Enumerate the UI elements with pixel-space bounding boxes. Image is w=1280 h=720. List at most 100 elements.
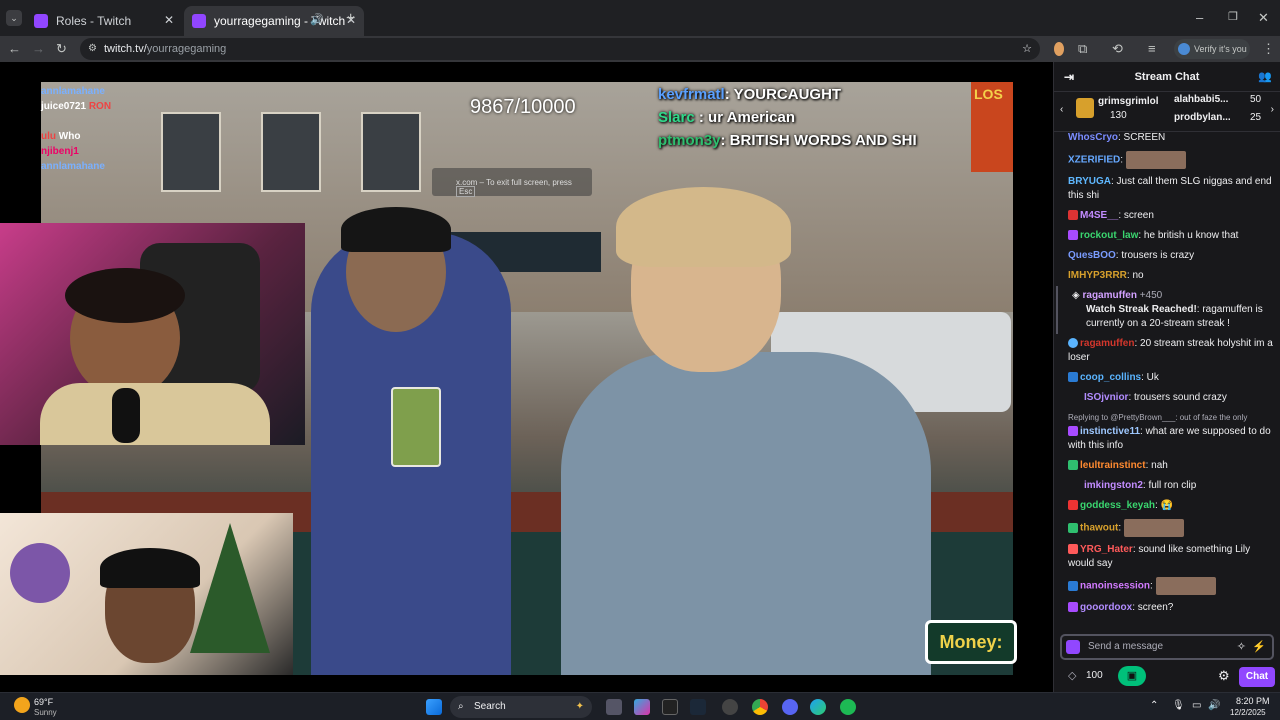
weather-sun-icon[interactable] xyxy=(14,697,30,713)
media-control-icon[interactable]: ≡ xyxy=(1148,41,1156,56)
mic-icon[interactable]: 🎙 xyxy=(1172,700,1185,711)
windows-start-icon[interactable] xyxy=(426,699,442,715)
guest-webcam xyxy=(0,513,293,675)
app-icon[interactable] xyxy=(722,699,738,715)
chat-username[interactable]: QuesBOO xyxy=(1068,250,1116,261)
reload-icon[interactable]: ↻ xyxy=(56,41,67,57)
reply-context[interactable]: Replying to @PrettyBrown___: out of faze… xyxy=(1068,411,1273,425)
prev-arrow-icon[interactable]: ‹ xyxy=(1060,104,1063,115)
plush-toy xyxy=(10,543,70,603)
clock-time[interactable]: 8:20 PM xyxy=(1236,696,1270,706)
windows-taskbar: 69°F Sunny ⌕ Search ✦ ⌃ 🎙 ▭ 🔊 8:20 PM 12… xyxy=(0,692,1280,720)
leader-name[interactable]: prodbylan... xyxy=(1174,112,1231,123)
volume-icon[interactable]: 🔊 xyxy=(1208,700,1220,711)
collapse-chat-icon[interactable]: ⇥ xyxy=(1064,62,1074,92)
chat-username[interactable]: M4SE__ xyxy=(1080,210,1118,221)
person-right-hair xyxy=(616,187,791,267)
leader-count: 25 xyxy=(1250,112,1262,123)
chat-username[interactable]: rockout_law xyxy=(1080,230,1138,241)
task-view-icon[interactable] xyxy=(606,699,622,715)
tab-yourragegaming[interactable]: yourragegaming - Twitch 🔊 ✕ xyxy=(184,6,364,36)
badge-picker-icon[interactable] xyxy=(1066,640,1080,654)
chat-username[interactable]: IMHYP3RRR xyxy=(1068,270,1127,281)
badge-icon xyxy=(1068,544,1078,555)
next-arrow-icon[interactable]: › xyxy=(1271,104,1274,115)
chat-message: Replying to @PrettyBrown___: out of faze… xyxy=(1054,408,1280,456)
steam-icon[interactable] xyxy=(690,699,706,715)
users-list-icon[interactable]: 👥 xyxy=(1258,62,1272,92)
chat-username[interactable]: coop_collins xyxy=(1080,372,1141,383)
durag xyxy=(341,207,451,252)
leader-name[interactable]: grimsgrimlol xyxy=(1098,96,1159,107)
chat-message: imkingston2: full ron clip xyxy=(1054,476,1280,496)
back-icon[interactable]: ← xyxy=(8,41,21,56)
network-icon[interactable]: ▭ xyxy=(1192,700,1201,711)
tab-roles[interactable]: Roles - Twitch ✕ xyxy=(26,6,182,36)
chat-message: coop_collins: Uk xyxy=(1054,368,1280,388)
url-field[interactable]: ⚙ twitch.tv/yourragegaming ☆ xyxy=(80,38,1040,60)
audio-playing-icon[interactable]: 🔊 xyxy=(310,13,324,26)
chat-settings-icon[interactable]: ⚙ xyxy=(1218,668,1230,684)
chat-text: : xyxy=(1118,522,1122,534)
history-icon[interactable]: ⟲ xyxy=(1112,41,1123,57)
close-tab-icon[interactable]: ✕ xyxy=(164,13,174,27)
chat-username[interactable]: ISOjvnior xyxy=(1084,392,1128,403)
chat-username[interactable]: gooordoox xyxy=(1080,602,1132,613)
chat-input-placeholder: Send a message xyxy=(1088,641,1164,652)
site-info-icon[interactable]: ⚙ xyxy=(88,38,97,60)
bookmark-star-icon[interactable]: ☆ xyxy=(1022,38,1032,60)
chat-username[interactable]: leultrainstinct xyxy=(1080,460,1146,471)
chat-send-button[interactable]: Chat xyxy=(1239,667,1275,687)
edge-icon[interactable] xyxy=(810,699,826,715)
chat-username[interactable]: instinctive11 xyxy=(1080,426,1140,437)
chat-username[interactable]: YRG_Hater xyxy=(1080,544,1133,555)
profile-verify-button[interactable]: Verify it's you xyxy=(1174,39,1250,59)
leader-name[interactable]: alahbabi5... xyxy=(1174,94,1228,105)
overlay-name: juice0721 RON xyxy=(41,101,112,112)
streamer-hoodie xyxy=(40,383,270,445)
chat-username[interactable]: thawout xyxy=(1080,523,1118,534)
chat-username[interactable]: ragamuffen xyxy=(1080,338,1134,349)
overlay-text: : BRITISH WORDS AND SHI xyxy=(720,132,917,149)
chat-username[interactable]: imkingston2 xyxy=(1084,480,1143,491)
clock-date[interactable]: 12/2/2025 xyxy=(1230,708,1266,717)
stream-player[interactable]: LOS x.com – To exit full screen, press E… xyxy=(0,62,1053,692)
weather-temp[interactable]: 69°F xyxy=(34,697,53,707)
chat-text: : xyxy=(1150,580,1153,592)
weather-desc: Sunny xyxy=(34,708,57,717)
tray-chevron-icon[interactable]: ⌃ xyxy=(1150,700,1158,711)
bits-icon[interactable]: ⚡ xyxy=(1252,636,1266,658)
more-menu-icon[interactable]: ⋮ xyxy=(1262,41,1275,57)
extension-icon[interactable] xyxy=(1054,42,1064,56)
chat-username[interactable]: goddess_keyah xyxy=(1080,500,1155,511)
restore-icon[interactable]: ❐ xyxy=(1228,10,1238,23)
chat-username[interactable]: XZERIFIED xyxy=(1068,155,1120,166)
chat-username[interactable]: ragamuffen xyxy=(1082,290,1136,301)
discord-icon[interactable] xyxy=(782,699,798,715)
chat-message-input[interactable]: Send a message ✧ ⚡ xyxy=(1060,634,1274,660)
close-window-icon[interactable]: ✕ xyxy=(1258,10,1269,26)
chat-text: : xyxy=(1155,500,1158,511)
extensions-puzzle-icon[interactable]: ⧉ xyxy=(1078,41,1087,57)
new-tab-icon[interactable]: + xyxy=(346,10,355,28)
epic-games-icon[interactable] xyxy=(662,699,678,715)
tab-list-icon[interactable]: ⌄ xyxy=(6,10,22,26)
minimize-icon[interactable]: – xyxy=(1196,10,1203,25)
spotify-icon[interactable] xyxy=(840,699,856,715)
channel-points-icon[interactable]: ◇ xyxy=(1068,669,1076,682)
chat-username[interactable]: nanoinsession xyxy=(1080,581,1150,592)
chat-username[interactable]: WhosCryo xyxy=(1068,132,1118,143)
copilot-app-icon[interactable] xyxy=(634,699,650,715)
url-host: twitch.tv/ xyxy=(104,43,147,55)
claim-bonus-button[interactable]: ▣ xyxy=(1118,666,1146,686)
emote-picker-icon[interactable]: ✧ xyxy=(1237,636,1246,658)
leader-count: 50 xyxy=(1250,94,1262,105)
taskbar-search[interactable]: ⌕ Search ✦ xyxy=(450,696,592,718)
money-label-box: Money: xyxy=(925,620,1017,664)
goal-counter: 9867/10000 xyxy=(470,96,576,118)
chat-username[interactable]: BRYUGA xyxy=(1068,176,1111,187)
emote-image xyxy=(1155,577,1216,595)
chat-title: Stream Chat xyxy=(1134,71,1200,83)
forward-icon[interactable]: → xyxy=(32,41,45,56)
chrome-icon[interactable] xyxy=(752,699,768,715)
